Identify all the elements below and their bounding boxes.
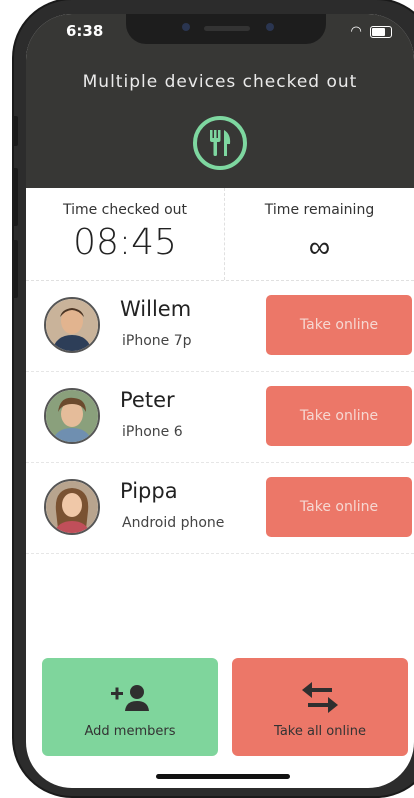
notch: [126, 14, 326, 44]
wifi-icon: ◠: [350, 24, 362, 39]
volume-down-button: [12, 240, 18, 298]
add-members-label: Add members: [84, 724, 176, 739]
take-all-online-label: Take all online: [274, 724, 366, 739]
take-online-button[interactable]: Take online: [266, 477, 412, 537]
take-online-button[interactable]: Take online: [266, 295, 412, 355]
remaining-stat: Time remaining ∞: [225, 188, 414, 280]
member-row: Willem iPhone 7p Take online: [26, 281, 414, 372]
status-icons: ◠: [351, 24, 392, 39]
member-row: Pippa Android phone Take online: [26, 463, 414, 554]
member-name: Pippa: [120, 479, 178, 503]
remaining-label: Time remaining: [264, 202, 375, 218]
checked-out-label: Time checked out: [62, 202, 188, 218]
remaining-value: ∞: [308, 230, 331, 265]
member-device: Android phone: [122, 515, 225, 531]
speaker-grille: [204, 26, 250, 31]
checked-out-value: 08:45: [73, 222, 177, 263]
add-user-icon: [42, 680, 218, 716]
take-all-online-button[interactable]: Take all online: [232, 658, 408, 756]
swap-arrows-icon: [232, 680, 408, 716]
home-indicator[interactable]: [156, 774, 290, 779]
status-bar: 6:38 ◠: [26, 14, 414, 58]
avatar: [44, 297, 100, 353]
member-device: iPhone 7p: [122, 333, 192, 349]
avatar: [44, 388, 100, 444]
avatar: [44, 479, 100, 535]
take-online-button[interactable]: Take online: [266, 386, 412, 446]
member-name: Peter: [120, 388, 175, 412]
member-name: Willem: [120, 297, 192, 321]
app-screen: Multiple devices checked out 6:38 ◠ Time…: [26, 14, 414, 788]
battery-icon: [370, 25, 392, 38]
volume-up-button: [12, 168, 18, 226]
add-members-button[interactable]: Add members: [42, 658, 218, 756]
member-device: iPhone 6: [122, 424, 183, 440]
cutlery-icon: [193, 116, 247, 170]
time-stats: Time checked out 08:45 Time remaining ∞: [26, 188, 414, 281]
sensor-icon: [266, 23, 274, 31]
camera-icon: [182, 23, 190, 31]
header-title: Multiple devices checked out: [82, 72, 358, 92]
mute-switch: [12, 116, 18, 146]
checked-out-stat: Time checked out 08:45: [26, 188, 225, 280]
clock: 6:38: [66, 22, 104, 40]
member-row: Peter iPhone 6 Take online: [26, 372, 414, 463]
